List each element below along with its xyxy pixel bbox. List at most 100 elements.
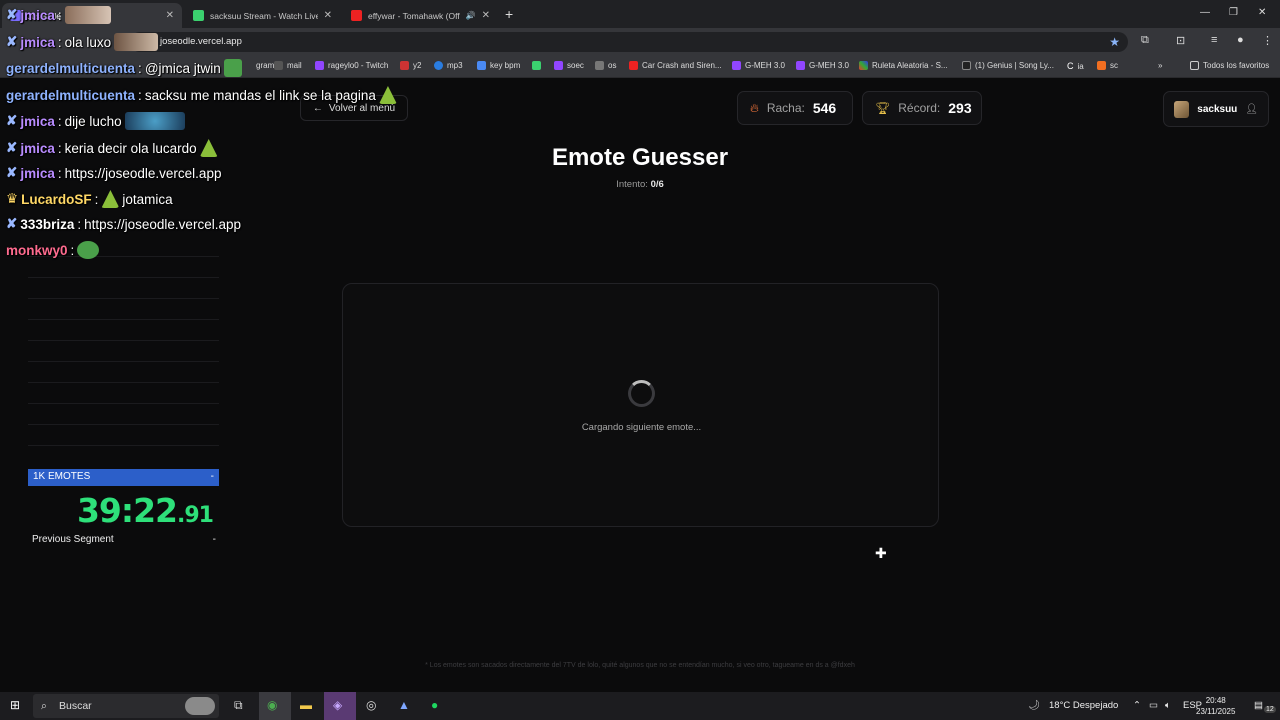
bookmark-item[interactable]: soec bbox=[554, 61, 584, 70]
drive-icon[interactable]: ▲ bbox=[398, 698, 410, 712]
split-delta: - bbox=[210, 471, 214, 482]
twitch-icon bbox=[796, 61, 805, 70]
youtube-favicon-icon bbox=[351, 10, 362, 21]
bookmark-item[interactable]: Cia bbox=[1067, 61, 1084, 71]
tab-title: effywar - Tomahawk (Officia bbox=[368, 10, 460, 21]
folder-icon bbox=[1190, 61, 1199, 70]
crown-icon: ♛ bbox=[6, 191, 19, 206]
chat-message: gerardelmulticuenta: @jmica jtwin bbox=[6, 59, 242, 77]
emote-card: Cargando siguiente emote... bbox=[342, 283, 939, 527]
badge-icon: ✘ bbox=[6, 113, 18, 128]
close-tab-icon[interactable]: ✕ bbox=[324, 10, 332, 21]
livesplit-timer: 1K EMOTES - 39:22.91 Previous Segment - bbox=[28, 469, 219, 551]
split-category: 1K EMOTES bbox=[33, 471, 91, 482]
address-bar[interactable]: joseodle.vercel.app ★ bbox=[130, 32, 1128, 52]
chrome-icon: ◉ bbox=[267, 698, 278, 712]
restore-icon[interactable]: ❐ bbox=[1229, 7, 1238, 18]
emote-image bbox=[378, 86, 397, 104]
fire-icon: 🔥︎ bbox=[750, 100, 759, 115]
windows-start-icon[interactable]: ⊞ bbox=[10, 698, 20, 712]
bookmark-item[interactable] bbox=[532, 61, 541, 70]
bookmark-item[interactable]: Ruleta Aleatoria - S... bbox=[859, 61, 948, 70]
badge-icon: ✘ bbox=[6, 216, 18, 231]
record-value: 293 bbox=[948, 100, 972, 116]
notification-count: 12 bbox=[1264, 706, 1276, 713]
roulette-icon bbox=[859, 61, 868, 70]
taskbar-search[interactable]: ⌕ Buscar bbox=[33, 694, 219, 718]
previous-segment: Previous Segment - bbox=[32, 534, 216, 545]
search-highlight-image bbox=[185, 697, 215, 715]
file-explorer-icon[interactable]: ▬ bbox=[300, 698, 312, 712]
weather-text[interactable]: 18°C Despejado bbox=[1049, 700, 1118, 711]
trophy-icon: 🏆︎ bbox=[875, 101, 891, 115]
kick-icon bbox=[532, 61, 541, 70]
chat-message: monkwy0: bbox=[6, 241, 100, 259]
bookmark-item[interactable]: os bbox=[595, 61, 616, 70]
cast-icon[interactable]: ⊡ bbox=[1176, 34, 1185, 47]
loading-text: Cargando siguiente emote... bbox=[581, 422, 702, 433]
overlay-grid bbox=[28, 236, 219, 466]
mail-icon bbox=[274, 61, 283, 70]
user-profile-button[interactable]: sacksuu 👤︎ bbox=[1163, 91, 1269, 127]
emote-image bbox=[114, 33, 159, 51]
emote-image bbox=[124, 112, 185, 130]
chat-message: ✘ 333briza: https://joseodle.vercel.app bbox=[6, 216, 241, 232]
close-window-icon[interactable]: ✕ bbox=[1258, 7, 1266, 18]
new-tab-icon[interactable]: + bbox=[505, 6, 513, 22]
chevron-up-icon[interactable]: ⌃ bbox=[1133, 700, 1141, 711]
task-view-icon[interactable]: ⧉ bbox=[234, 698, 243, 713]
network-icon[interactable]: ▭ bbox=[1149, 700, 1158, 711]
chat-message: ✘ jmica: ola luxo bbox=[6, 33, 159, 51]
mp3-icon bbox=[434, 61, 443, 70]
user-icon: 👤︎ bbox=[1245, 103, 1258, 115]
bookmark-item[interactable]: sc bbox=[1097, 61, 1118, 70]
bookmark-item[interactable]: G-MEH 3.0 bbox=[732, 61, 785, 70]
clock[interactable]: 20:48 23/11/2025 bbox=[1196, 695, 1235, 717]
bookmark-item[interactable]: G-MEH 3.0 bbox=[796, 61, 849, 70]
soundcloud-icon bbox=[1097, 61, 1106, 70]
minimize-icon[interactable]: — bbox=[1200, 7, 1210, 18]
twitch-icon bbox=[554, 61, 563, 70]
menu-kebab-icon[interactable]: ⋮ bbox=[1262, 34, 1273, 47]
split-row: 1K EMOTES - bbox=[28, 469, 219, 486]
bookmark-item[interactable]: y2 bbox=[400, 61, 421, 70]
footer-note: * Los emotes son sacados directamente de… bbox=[425, 662, 855, 669]
twitch-icon bbox=[732, 61, 741, 70]
bookmark-item[interactable]: Car Crash and Siren... bbox=[629, 61, 722, 70]
extensions-icon[interactable]: ⧉ bbox=[1141, 34, 1149, 47]
back-label: Volver al menú bbox=[328, 102, 396, 114]
bookmark-item[interactable]: mp3 bbox=[434, 61, 463, 70]
bookmark-item[interactable]: rageylo0 - Twitch bbox=[315, 61, 388, 70]
spotify-icon[interactable]: ● bbox=[431, 698, 438, 712]
os-icon bbox=[595, 61, 604, 70]
pepe-emote-icon bbox=[223, 59, 242, 77]
record-label: Récord: bbox=[898, 101, 941, 115]
badge-icon: ✘ bbox=[6, 34, 18, 49]
close-tab-icon[interactable]: ✕ bbox=[482, 10, 490, 21]
bookmark-item[interactable]: (1) Genius | Song Ly... bbox=[962, 61, 1054, 70]
c-icon: C bbox=[1067, 61, 1074, 71]
volume-icon[interactable]: 🔈︎ bbox=[1165, 700, 1171, 711]
all-bookmarks-folder[interactable]: Todos los favoritos bbox=[1190, 61, 1269, 70]
screen: Joseodle ✕ sacksuu Stream - Watch Live o… bbox=[0, 0, 1280, 720]
badge-icon: ✘ bbox=[6, 140, 18, 155]
tab-youtube[interactable]: effywar - Tomahawk (Officia 🔊 ✕ bbox=[343, 3, 498, 28]
bookmark-star-icon[interactable]: ★ bbox=[1109, 32, 1120, 52]
bookmark-item[interactable]: key bpm bbox=[477, 61, 520, 70]
profile-icon[interactable]: ● bbox=[1237, 34, 1244, 46]
youtube-icon bbox=[629, 61, 638, 70]
pepe-emote-icon bbox=[77, 241, 100, 259]
streak-value: 546 bbox=[812, 100, 837, 116]
bookmark-item[interactable]: mail bbox=[274, 61, 302, 70]
streak-card: 🔥︎ Racha: 546 bbox=[737, 91, 853, 125]
badge-icon: ✘ bbox=[6, 165, 18, 180]
notifications-icon[interactable]: ▤ bbox=[1254, 700, 1263, 711]
emote-image bbox=[199, 139, 218, 157]
media-control-icon[interactable]: ≡ bbox=[1211, 34, 1217, 46]
more-bookmarks-icon[interactable]: » bbox=[1158, 61, 1162, 70]
username: sacksuu bbox=[1197, 103, 1238, 115]
crosshair-cursor-icon: ✚ bbox=[875, 545, 887, 561]
obs-icon[interactable]: ◎ bbox=[366, 698, 376, 712]
windows-taskbar: ⊞ ⌕ Buscar ⧉ ◉ ▬ ◈ ◎ ▲ ● 🌙︎ 18°C Despeja… bbox=[0, 692, 1280, 720]
audio-playing-icon[interactable]: 🔊 bbox=[466, 11, 476, 20]
